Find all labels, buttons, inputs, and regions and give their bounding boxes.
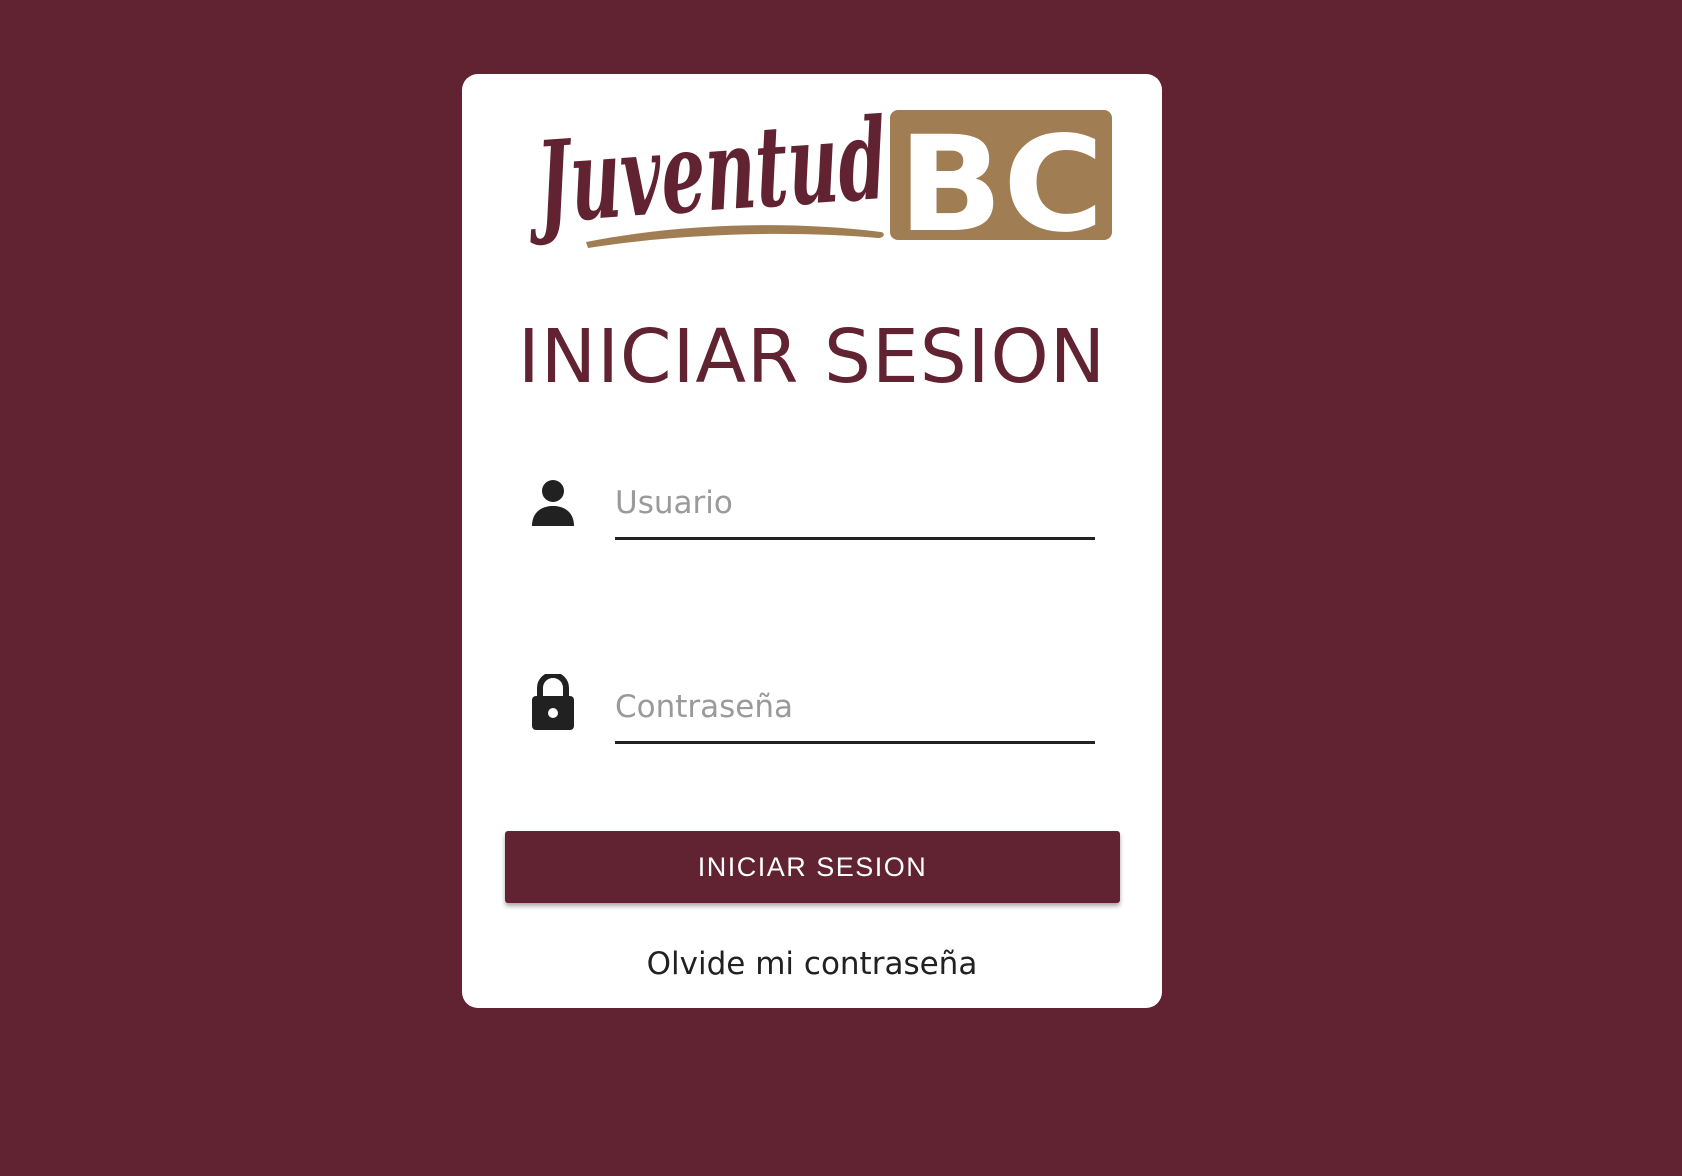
page-title: INICIAR SESION [517, 314, 1107, 400]
login-page: Juventud BC INICIAR SESION Usuario INICI… [0, 0, 1682, 1176]
username-input[interactable] [615, 468, 1095, 540]
forgot-password-link[interactable]: Olvide mi contraseña [462, 946, 1162, 982]
login-card: Juventud BC INICIAR SESION Usuario INICI… [462, 74, 1162, 1008]
lock-icon [530, 674, 576, 732]
login-button[interactable]: INICIAR SESION [505, 831, 1120, 903]
person-icon [530, 478, 576, 530]
username-field [530, 468, 1095, 548]
password-input[interactable] [615, 672, 1095, 744]
password-field [530, 672, 1095, 752]
juventud-bc-logo: Juventud BC [526, 102, 1116, 282]
logo-script-text: Juventud [526, 102, 891, 250]
logo-block-text: BC [898, 108, 1104, 262]
